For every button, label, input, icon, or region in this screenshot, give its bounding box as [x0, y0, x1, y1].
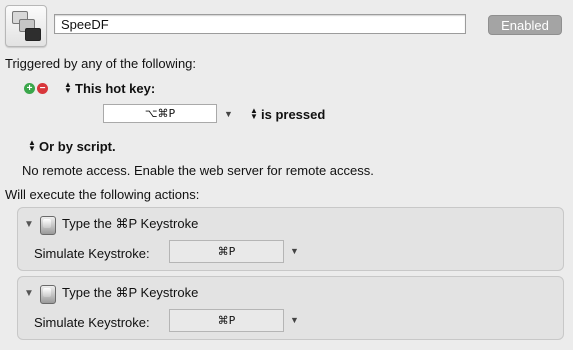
- simulate-keystroke-label: Simulate Keystroke:: [34, 246, 150, 261]
- action-title: Type the ⌘P Keystroke: [62, 285, 199, 300]
- triggers-heading: Triggered by any of the following:: [5, 56, 197, 71]
- keystroke-dropdown-arrow-icon[interactable]: ▼: [290, 246, 299, 256]
- remote-access-text: No remote access. Enable the web server …: [22, 163, 374, 178]
- hotkey-dropdown-arrow-icon[interactable]: ▼: [224, 109, 233, 119]
- action-panel: ▼ Type the ⌘P Keystroke Simulate Keystro…: [17, 276, 564, 340]
- keyboard-key-icon: [40, 216, 56, 235]
- keystroke-field[interactable]: ⌘P: [169, 240, 284, 263]
- disclosure-triangle-icon[interactable]: ▼: [24, 288, 34, 299]
- enabled-button[interactable]: Enabled: [488, 15, 562, 35]
- keyboard-key-icon: [40, 285, 56, 304]
- simulate-keystroke-label: Simulate Keystroke:: [34, 315, 150, 330]
- keystroke-field[interactable]: ⌘P: [169, 309, 284, 332]
- macro-app-icon[interactable]: [5, 5, 47, 47]
- disclosure-triangle-icon[interactable]: ▼: [24, 219, 34, 230]
- script-trigger-updown-icon[interactable]: ▲ ▼: [28, 139, 36, 153]
- add-trigger-button[interactable]: +: [24, 83, 35, 94]
- keystroke-dropdown-arrow-icon[interactable]: ▼: [290, 315, 299, 325]
- actions-heading: Will execute the following actions:: [5, 187, 200, 202]
- script-trigger-label[interactable]: Or by script.: [39, 139, 116, 154]
- action-title: Type the ⌘P Keystroke: [62, 216, 199, 231]
- window-icon-part: [25, 28, 41, 41]
- trigger-type-updown-icon[interactable]: ▲ ▼: [64, 81, 72, 95]
- pressed-updown-icon[interactable]: ▲ ▼: [250, 107, 258, 121]
- action-panel: ▼ Type the ⌘P Keystroke Simulate Keystro…: [17, 207, 564, 271]
- remove-trigger-button[interactable]: −: [37, 83, 48, 94]
- hotkey-field[interactable]: ⌥⌘P: [103, 104, 217, 123]
- pressed-option-label[interactable]: is pressed: [261, 107, 325, 122]
- macro-name-field[interactable]: SpeeDF: [54, 14, 466, 34]
- hotkey-trigger-type-label[interactable]: This hot key:: [75, 81, 155, 96]
